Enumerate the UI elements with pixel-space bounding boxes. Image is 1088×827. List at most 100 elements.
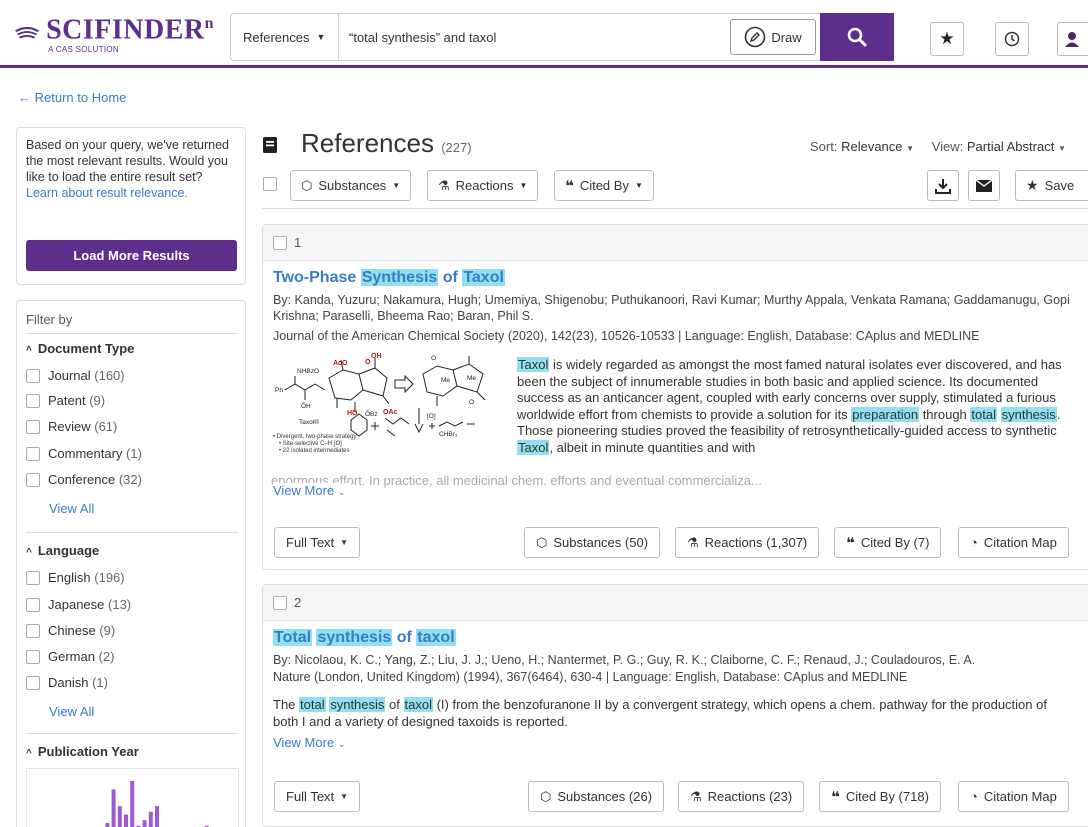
divider: [262, 208, 1088, 209]
reaction-scheme-graphic[interactable]: AcO O OH HO OAc NHBzO Ph ŌH ŌBz Me Me O …: [271, 352, 509, 457]
view-all-document-types-link[interactable]: View All: [49, 501, 94, 516]
search-type-dropdown[interactable]: References ▼: [230, 13, 338, 61]
sort-dropdown[interactable]: Sort: Relevance ▼: [810, 139, 914, 154]
svg-text:• Site-selective C–H [O]: • Site-selective C–H [O]: [279, 441, 342, 447]
checkbox[interactable]: [26, 472, 40, 487]
result-title-link[interactable]: Two-Phase Synthesis of Taxol: [273, 269, 505, 287]
result-index: 2: [294, 595, 302, 610]
search-button[interactable]: [820, 13, 894, 61]
checkbox[interactable]: [26, 446, 40, 461]
cas-logo-icon: [14, 26, 40, 39]
substances-button[interactable]: ⬡ Substances (26): [528, 781, 665, 812]
substances-button[interactable]: ⬡ Substances (50): [524, 527, 661, 558]
view-more-link[interactable]: View More ⌄: [273, 483, 352, 498]
search-term-highlight: Taxol: [462, 269, 505, 286]
histogram-bar[interactable]: [142, 820, 147, 827]
checkbox[interactable]: [26, 649, 40, 664]
citation-map-button[interactable]: ◔ Citation Map: [958, 527, 1069, 558]
text-segment: , albeit in minute quantities and with: [549, 439, 756, 455]
histogram-bar[interactable]: [155, 806, 159, 827]
filter-section-document-type[interactable]: ^ Document Type: [26, 341, 134, 356]
clock-icon: [1004, 31, 1020, 47]
save-button[interactable]: ★ Save: [1015, 170, 1088, 201]
result-title-link[interactable]: Total synthesis of taxol: [273, 629, 456, 647]
histogram-bar[interactable]: [111, 789, 116, 827]
histogram-bar[interactable]: [105, 823, 110, 827]
filter-option[interactable]: Review (61): [26, 419, 117, 434]
button-label: Substances: [318, 178, 387, 193]
svg-text:O: O: [431, 355, 436, 362]
filter-option[interactable]: Journal (160): [26, 368, 125, 383]
arrow-left-icon: ←: [18, 90, 31, 105]
filter-option[interactable]: Conference (32): [26, 472, 142, 487]
search-term-highlight: taxol: [416, 629, 456, 646]
document-icon: [262, 136, 278, 157]
filter-option[interactable]: Commentary (1): [26, 446, 142, 461]
checkbox[interactable]: [26, 570, 40, 585]
full-text-button[interactable]: Full Text ▼: [274, 781, 361, 812]
filter-section-language[interactable]: ^ Language: [26, 543, 99, 558]
checkbox[interactable]: [26, 419, 40, 434]
button-label: Citation Map: [983, 789, 1057, 804]
divider: [26, 532, 238, 533]
caret-down-icon: ▼: [340, 538, 349, 547]
checkbox[interactable]: [26, 368, 40, 383]
view-more-link[interactable]: View More ⌄: [273, 735, 345, 750]
favorites-button[interactable]: ★: [930, 22, 964, 56]
return-to-home-link[interactable]: ← Return to Home: [18, 90, 126, 105]
filter-option[interactable]: Danish (1): [26, 675, 108, 690]
view-all-languages-link[interactable]: View All: [49, 704, 94, 719]
search-term-highlight: synthesis: [316, 629, 393, 646]
button-label: Substances (50): [553, 535, 649, 550]
full-text-button[interactable]: Full Text ▼: [274, 527, 361, 558]
flask-icon: ⚗: [438, 177, 450, 193]
history-button[interactable]: [995, 22, 1029, 56]
view-dropdown[interactable]: View: Partial Abstract ▼: [932, 139, 1066, 154]
toolbar-substances-button[interactable]: ⬡ Substances ▼: [290, 170, 412, 201]
result-checkbox[interactable]: [273, 235, 287, 250]
histogram-bar[interactable]: [117, 806, 122, 827]
scifinder-logo[interactable]: SCIFINDERn A CAS SOLUTION: [14, 6, 214, 58]
histogram-bar[interactable]: [148, 811, 153, 827]
histogram-bar[interactable]: [124, 814, 128, 827]
chevron-up-icon: ^: [26, 547, 32, 558]
publication-year-histogram[interactable]: [26, 768, 239, 827]
download-button[interactable]: [927, 170, 959, 201]
histogram-bar[interactable]: [130, 781, 135, 827]
checkbox[interactable]: [26, 675, 40, 690]
result-checkbox[interactable]: [273, 595, 287, 610]
substance-icon: ⬡: [540, 788, 552, 804]
checkbox[interactable]: [26, 393, 40, 408]
cited-by-button[interactable]: ❝ Cited By (718): [819, 781, 941, 812]
filter-option[interactable]: Chinese (9): [26, 623, 115, 638]
chevron-up-icon: ^: [26, 345, 32, 356]
search-term-highlight: Total: [273, 629, 313, 646]
cited-by-button[interactable]: ❝ Cited By (7): [834, 527, 942, 558]
load-more-results-button[interactable]: Load More Results: [26, 240, 237, 271]
filter-option[interactable]: English (196): [26, 570, 125, 585]
reactions-button[interactable]: ⚗ Reactions (23): [678, 781, 805, 812]
draw-button[interactable]: Draw: [730, 19, 816, 55]
checkbox[interactable]: [26, 623, 40, 638]
search-type-label: References: [243, 29, 310, 45]
reactions-button[interactable]: ⚗ Reactions (1,307): [675, 527, 820, 558]
svg-text:• Divergent, two-phase strateg: • Divergent, two-phase strategy: [273, 434, 356, 440]
chevron-up-icon: ^: [26, 748, 32, 759]
select-all-checkbox[interactable]: [263, 177, 277, 191]
filter-title: Filter by: [26, 312, 73, 327]
filter-option[interactable]: German (2): [26, 649, 114, 664]
learn-relevance-link[interactable]: Learn about result relevance.: [26, 185, 236, 201]
filter-option[interactable]: Japanese (13): [26, 597, 131, 612]
envelope-icon: [976, 179, 992, 192]
svg-text:Me: Me: [441, 377, 450, 384]
relevance-info-text: Based on your query, we've returned the …: [26, 138, 229, 184]
result-authors: By: Nicolaou, K. C.; Yang, Z.; Liu, J. J…: [273, 653, 976, 667]
filter-section-publication-year[interactable]: ^ Publication Year: [26, 744, 139, 759]
citation-map-button[interactable]: ◔ Citation Map: [958, 781, 1069, 812]
email-button[interactable]: [968, 170, 1000, 201]
toolbar-cited-by-button[interactable]: ❝ Cited By ▼: [554, 170, 654, 201]
toolbar-reactions-button[interactable]: ⚗ Reactions ▼: [427, 170, 539, 201]
user-menu-button[interactable]: [1057, 22, 1088, 56]
filter-option[interactable]: Patent (9): [26, 393, 105, 408]
checkbox[interactable]: [26, 597, 40, 612]
